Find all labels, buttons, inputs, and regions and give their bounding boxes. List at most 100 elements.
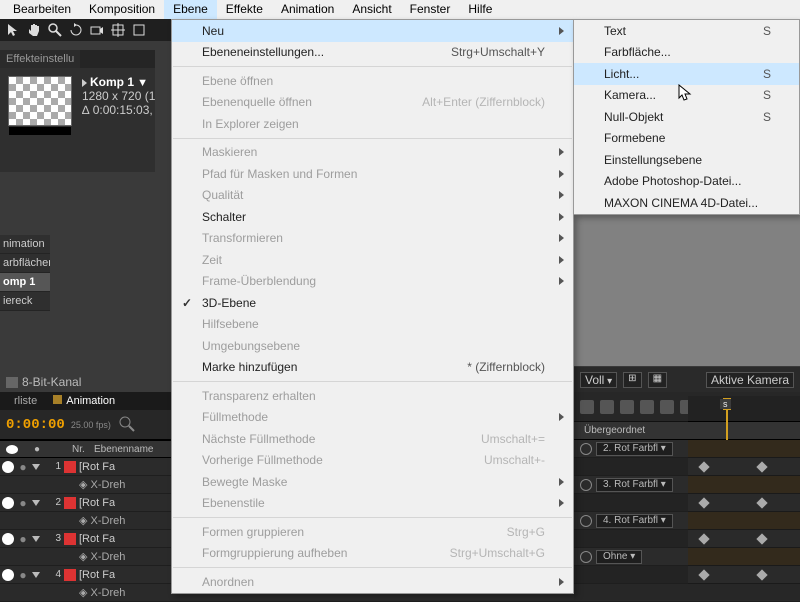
menu-ansicht[interactable]: Ansicht — [343, 0, 400, 19]
tl-tool-5[interactable] — [660, 400, 674, 414]
color-swatch[interactable] — [64, 569, 76, 581]
tool-shape[interactable] — [132, 23, 146, 37]
menu-item: Zeit — [172, 249, 573, 271]
menu-hilfe[interactable]: Hilfe — [459, 0, 501, 19]
pickwhip-icon[interactable] — [580, 443, 592, 455]
tl-tool-3[interactable] — [620, 400, 634, 414]
submenu-item[interactable]: Formebene — [574, 128, 799, 150]
menu-item[interactable]: Ebeneneinstellungen...Strg+Umschalt+Y — [172, 42, 573, 64]
keyframe-area[interactable] — [688, 440, 800, 560]
tl-tool-4[interactable] — [640, 400, 654, 414]
submenu-arrow-icon — [559, 234, 564, 242]
visibility-toggle[interactable] — [2, 461, 14, 473]
timeline-tab[interactable]: Animation — [45, 392, 123, 410]
tool-camera[interactable] — [90, 23, 104, 37]
tool-hand[interactable] — [27, 23, 41, 37]
twirl-icon[interactable] — [32, 500, 40, 506]
keyframe-diamond[interactable] — [756, 569, 767, 580]
neu-submenu[interactable]: TextSFarbfläche...Licht...SKamera...SNul… — [573, 19, 800, 215]
menu-item: Formgruppierung aufhebenStrg+Umschalt+G — [172, 543, 573, 565]
submenu-item[interactable]: TextS — [574, 20, 799, 42]
bin-item[interactable]: omp 1 — [0, 273, 50, 292]
parent-dropdown[interactable]: 2. Rot Farbfl ▾ — [596, 442, 673, 456]
toggle-2[interactable]: ▦ — [648, 372, 667, 388]
pickwhip-icon[interactable] — [580, 479, 592, 491]
ebene-menu[interactable]: NeuEbeneneinstellungen...Strg+Umschalt+Y… — [171, 19, 574, 594]
submenu-arrow-icon — [559, 413, 564, 421]
pickwhip-icon[interactable] — [580, 551, 592, 563]
visibility-toggle[interactable] — [2, 497, 14, 509]
tool-anchor[interactable] — [111, 23, 125, 37]
menu-item[interactable]: Neu — [172, 20, 573, 42]
color-swatch[interactable] — [64, 461, 76, 473]
project-bin[interactable]: nimationarbflächenomp 1iereck — [0, 235, 50, 311]
color-swatch[interactable] — [64, 497, 76, 509]
keyframe-diamond[interactable] — [698, 461, 709, 472]
comp-info: Komp 1 ▼ 1280 x 720 (1 ∆ 0:00:15:03, — [0, 68, 155, 172]
composition-viewport[interactable] — [574, 214, 800, 366]
keyframe-diamond[interactable] — [698, 497, 709, 508]
keyframe-diamond[interactable] — [756, 461, 767, 472]
keyframe-diamond[interactable] — [756, 533, 767, 544]
bin-item[interactable]: nimation — [0, 235, 50, 254]
timeline-tab[interactable]: rliste — [6, 392, 45, 410]
bin-item[interactable]: iereck — [0, 292, 50, 311]
submenu-arrow-icon — [559, 148, 564, 156]
submenu-arrow-icon — [559, 277, 564, 285]
parent-dropdown[interactable]: 3. Rot Farbfl ▾ — [596, 478, 673, 492]
menu-item[interactable]: Marke hinzufügen* (Ziffernblock) — [172, 357, 573, 379]
submenu-item[interactable]: Null-ObjektS — [574, 106, 799, 128]
comp-thumbnail[interactable] — [8, 76, 72, 126]
tool-rotate[interactable] — [69, 23, 83, 37]
timecode[interactable]: 0:00:00 — [6, 417, 65, 433]
submenu-item[interactable]: Licht...S — [574, 63, 799, 85]
menu-item: Ebenenquelle öffnenAlt+Enter (Ziffernblo… — [172, 92, 573, 114]
effects-tab[interactable]: Effekteinstellu — [0, 50, 80, 68]
twirl-icon[interactable] — [32, 464, 40, 470]
menu-item: Ebenenstile — [172, 493, 573, 515]
submenu-item[interactable]: Einstellungsebene — [574, 149, 799, 171]
tl-tool-1[interactable] — [580, 400, 594, 414]
submenu-item[interactable]: MAXON CINEMA 4D-Datei... — [574, 192, 799, 214]
twirl-icon[interactable] — [32, 572, 40, 578]
submenu-item[interactable]: Adobe Photoshop-Datei... — [574, 171, 799, 193]
time-ruler[interactable]: s — [688, 396, 800, 422]
menu-ebene[interactable]: Ebene — [164, 0, 217, 19]
menu-animation[interactable]: Animation — [272, 0, 343, 19]
tool-zoom[interactable] — [48, 23, 62, 37]
menu-item: Pfad für Masken und Formen — [172, 163, 573, 185]
submenu-arrow-icon — [559, 191, 564, 199]
menu-fenster[interactable]: Fenster — [401, 0, 460, 19]
twirl-icon[interactable] — [32, 536, 40, 542]
menu-item: Nächste FüllmethodeUmschalt+= — [172, 428, 573, 450]
submenu-item[interactable]: Kamera...S — [574, 85, 799, 107]
search-icon[interactable] — [117, 414, 139, 436]
submenu-arrow-icon — [559, 478, 564, 486]
tool-selection[interactable] — [6, 23, 20, 37]
menu-bearbeiten[interactable]: Bearbeiten — [4, 0, 80, 19]
keyframe-diamond[interactable] — [698, 569, 709, 580]
color-swatch[interactable] — [64, 533, 76, 545]
pickwhip-icon[interactable] — [580, 515, 592, 527]
parent-dropdown[interactable]: 4. Rot Farbfl ▾ — [596, 514, 673, 528]
parent-dropdown[interactable]: Ohne ▾ — [596, 550, 642, 564]
menubar[interactable]: BearbeitenKompositionEbeneEffekteAnimati… — [0, 0, 800, 19]
tl-tool-2[interactable] — [600, 400, 614, 414]
keyframe-diamond[interactable] — [756, 497, 767, 508]
zoom-dropdown[interactable]: Voll ▾ — [580, 372, 617, 388]
menu-item: Qualität — [172, 185, 573, 207]
keyframe-diamond[interactable] — [698, 533, 709, 544]
menu-item: Vorherige FüllmethodeUmschalt+- — [172, 450, 573, 472]
camera-dropdown[interactable]: Aktive Kamera — [706, 372, 794, 388]
bin-item[interactable]: arbflächen — [0, 254, 50, 273]
submenu-item[interactable]: Farbfläche... — [574, 42, 799, 64]
bit-depth[interactable]: 8-Bit-Kanal — [6, 375, 81, 389]
menu-item[interactable]: Schalter — [172, 206, 573, 228]
menu-komposition[interactable]: Komposition — [80, 0, 164, 19]
menu-item[interactable]: ✓3D-Ebene — [172, 292, 573, 314]
menu-effekte[interactable]: Effekte — [217, 0, 272, 19]
visibility-toggle[interactable] — [2, 533, 14, 545]
comp-info-text: Komp 1 ▼ 1280 x 720 (1 ∆ 0:00:15:03, — [82, 76, 155, 164]
visibility-toggle[interactable] — [2, 569, 14, 581]
toggle-1[interactable]: ⊞ — [623, 372, 641, 388]
